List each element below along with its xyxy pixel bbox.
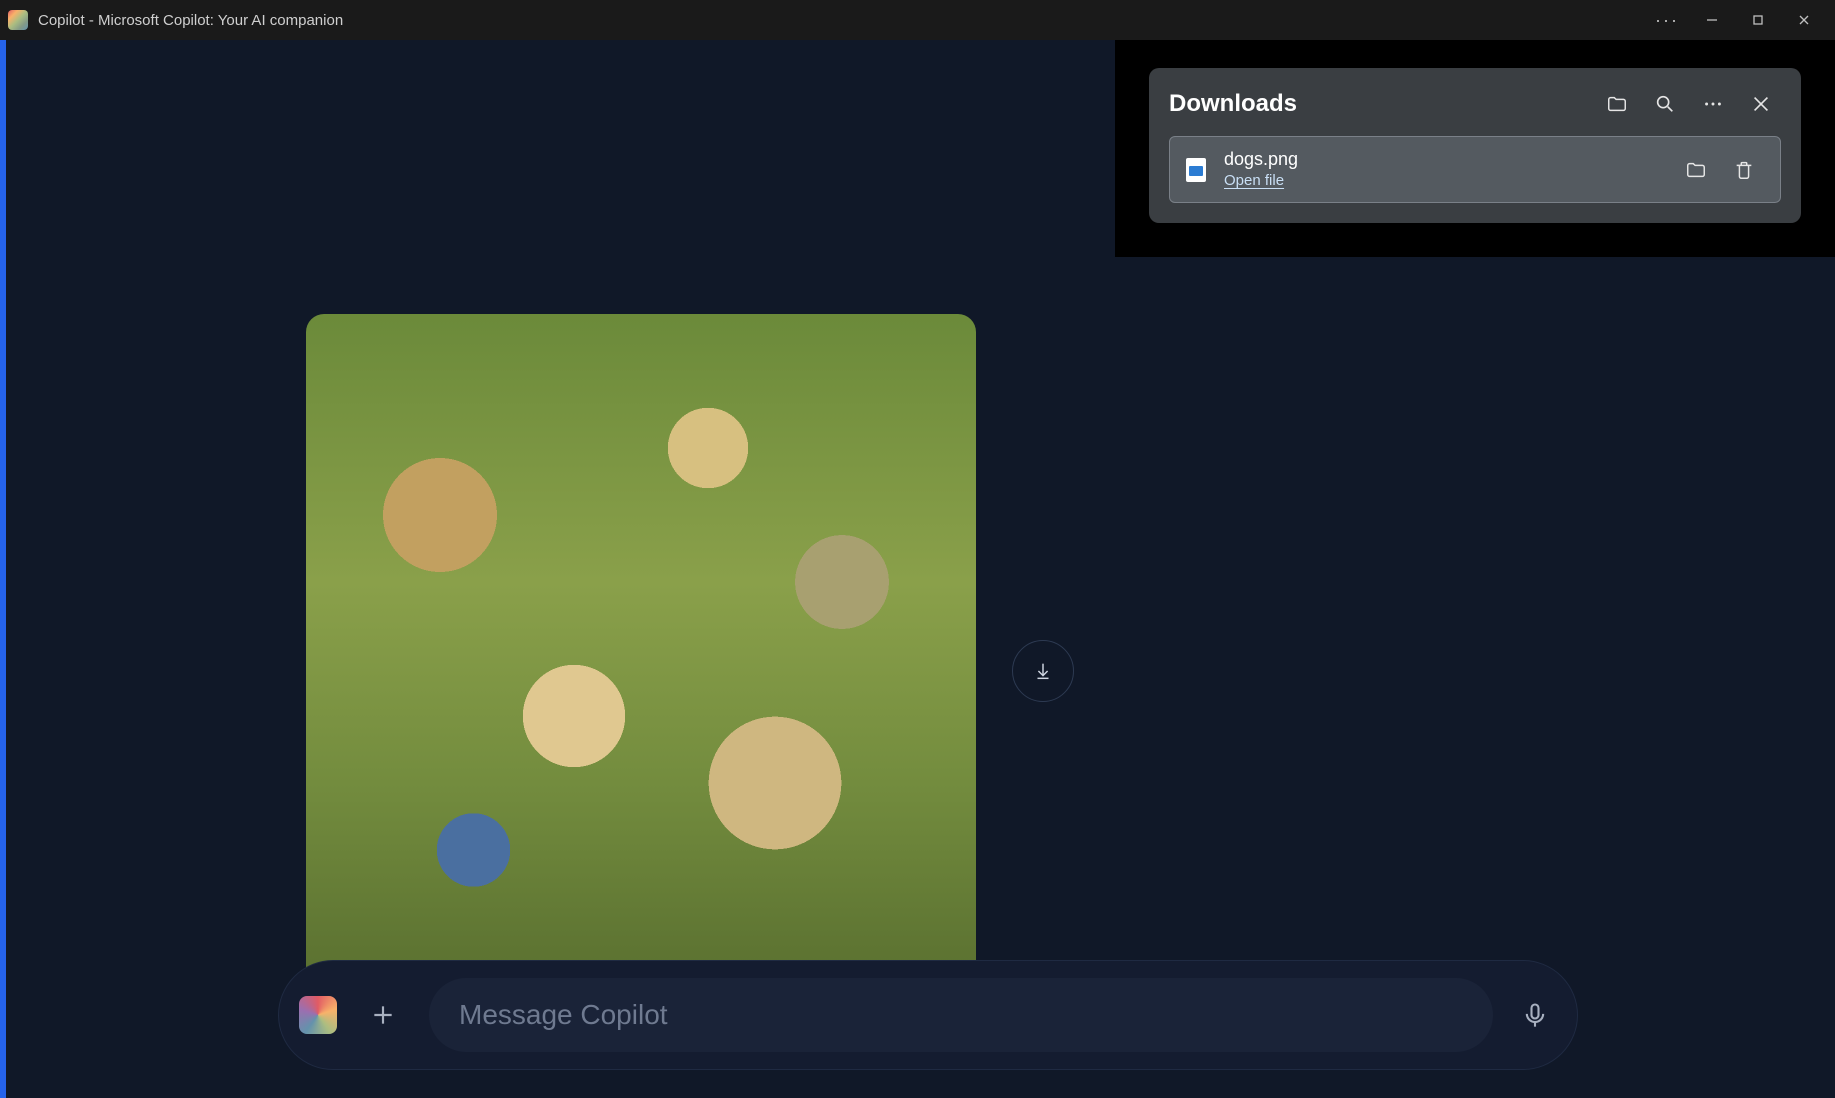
download-image-button[interactable] [1012, 640, 1074, 702]
downloads-title: Downloads [1169, 90, 1589, 118]
folder-icon [1606, 93, 1628, 115]
message-input-wrap [429, 978, 1493, 1052]
more-horizontal-icon [1702, 93, 1724, 115]
download-item-delete-button[interactable] [1724, 152, 1764, 188]
download-item-filename: dogs.png [1224, 149, 1668, 170]
minimize-button[interactable] [1689, 4, 1735, 36]
download-item-open-link[interactable]: Open file [1224, 172, 1284, 189]
downloads-open-folder-button[interactable] [1597, 86, 1637, 122]
plus-icon [370, 1002, 396, 1028]
app-body: Downloads dogs.png Open file [6, 40, 1835, 1098]
close-window-button[interactable] [1781, 4, 1827, 36]
close-icon [1750, 93, 1772, 115]
downloads-panel-inner: Downloads dogs.png Open file [1149, 68, 1801, 223]
download-item[interactable]: dogs.png Open file [1169, 136, 1781, 203]
download-item-info: dogs.png Open file [1224, 149, 1668, 190]
download-item-show-in-folder-button[interactable] [1676, 152, 1716, 188]
downloads-search-button[interactable] [1645, 86, 1685, 122]
folder-icon [1685, 159, 1707, 181]
search-icon [1654, 93, 1676, 115]
generated-image[interactable] [306, 314, 976, 984]
trash-icon [1733, 159, 1755, 181]
copilot-logo-icon[interactable] [299, 996, 337, 1034]
minimize-icon [1705, 13, 1719, 27]
downloads-close-button[interactable] [1741, 86, 1781, 122]
titlebar: Copilot - Microsoft Copilot: Your AI com… [0, 0, 1835, 40]
composer-bar [278, 960, 1578, 1070]
download-icon [1032, 660, 1054, 682]
titlebar-more-button[interactable]: ··· [1645, 10, 1689, 31]
downloads-header: Downloads [1169, 86, 1781, 122]
copilot-app-icon [8, 10, 28, 30]
maximize-button[interactable] [1735, 4, 1781, 36]
attach-button[interactable] [361, 993, 405, 1037]
microphone-button[interactable] [1513, 993, 1557, 1037]
downloads-panel: Downloads dogs.png Open file [1115, 40, 1835, 257]
message-input[interactable] [459, 999, 1463, 1031]
window-title: Copilot - Microsoft Copilot: Your AI com… [38, 12, 343, 29]
downloads-more-button[interactable] [1693, 86, 1733, 122]
maximize-icon [1751, 13, 1765, 27]
file-image-icon [1186, 158, 1206, 182]
close-icon [1797, 13, 1811, 27]
microphone-icon [1521, 1001, 1549, 1029]
